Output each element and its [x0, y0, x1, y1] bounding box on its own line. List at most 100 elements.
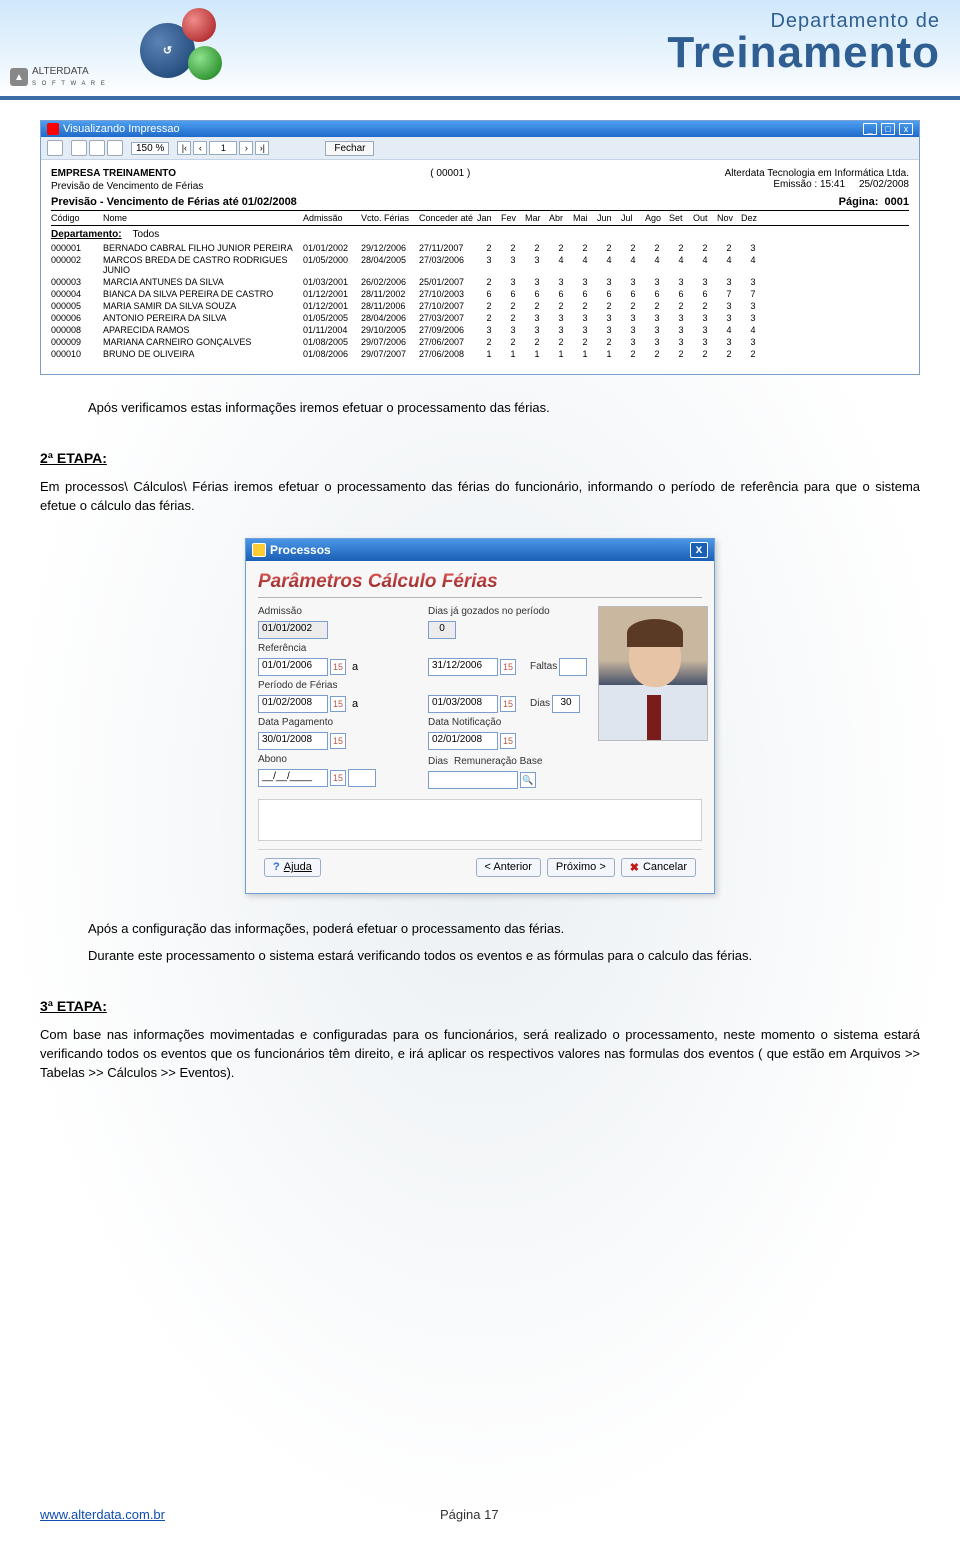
cell-month: 3: [717, 313, 741, 323]
cell-vcto: 29/07/2007: [361, 349, 419, 359]
last-page-icon[interactable]: ›|: [255, 141, 269, 155]
cell-month: 4: [549, 255, 573, 275]
next-page-icon[interactable]: ›: [239, 141, 253, 155]
cell-month: 2: [477, 301, 501, 311]
calendar-icon[interactable]: 15: [500, 733, 516, 749]
field-remun[interactable]: [428, 771, 518, 789]
cell-month: 4: [645, 255, 669, 275]
cell-month: 3: [621, 277, 645, 287]
cell-nome: MARIA SAMIR DA SILVA SOUZA: [103, 301, 303, 311]
page-footer: www.alterdata.com.br Página 17: [40, 1507, 920, 1522]
label-remun: Remuneração Base: [454, 756, 542, 767]
text-after-dialog-2: Durante este processamento o sistema est…: [40, 947, 920, 966]
calendar-icon[interactable]: 15: [500, 659, 516, 675]
report-subtitle: Previsão de Vencimento de Férias: [51, 181, 203, 192]
field-data-notif[interactable]: 02/01/2008: [428, 732, 498, 750]
field-faltas[interactable]: [559, 658, 587, 676]
zoom-value[interactable]: 150 %: [131, 142, 169, 155]
cell-month: 2: [645, 243, 669, 253]
report-canvas: EMPRESA TREINAMENTO ( 00001 ) Alterdata …: [41, 160, 919, 374]
fit-width-icon[interactable]: [89, 140, 105, 156]
field-data-pag[interactable]: 30/01/2008: [258, 732, 328, 750]
dialog-heading: Parâmetros Cálculo Férias: [258, 571, 702, 598]
circle-red-icon: [182, 8, 216, 42]
cell-codigo: 000004: [51, 289, 103, 299]
emission-date: 25/02/2008: [859, 179, 909, 190]
minimize-icon[interactable]: _: [863, 123, 877, 135]
field-ref-ini[interactable]: 01/01/2006: [258, 658, 328, 676]
lookup-icon[interactable]: 🔍: [520, 772, 536, 788]
col-month: Fev: [501, 213, 525, 223]
company-small-name: ALTERDATA: [32, 66, 89, 77]
calendar-icon[interactable]: 15: [500, 696, 516, 712]
cell-month: 3: [597, 313, 621, 323]
toolbar-close-button[interactable]: Fechar: [325, 141, 374, 156]
cell-month: 3: [645, 337, 669, 347]
first-page-icon[interactable]: |‹: [177, 141, 191, 155]
cell-month: 2: [549, 337, 573, 347]
cell-admissao: 01/11/2004: [303, 325, 361, 335]
label-abono: Abono: [258, 754, 418, 765]
dialog-close-icon[interactable]: x: [690, 542, 708, 558]
cell-conceder: 27/10/2007: [419, 301, 477, 311]
col-month: Mar: [525, 213, 549, 223]
cell-month: 2: [693, 301, 717, 311]
report-section-title: Previsão - Vencimento de Férias até 01/0…: [51, 196, 297, 208]
calendar-icon[interactable]: 15: [330, 770, 346, 786]
cell-month: 2: [717, 243, 741, 253]
cell-month: 1: [477, 349, 501, 359]
depto-label: Departamento:: [51, 229, 122, 240]
cell-admissao: 01/12/2001: [303, 301, 361, 311]
proximo-button[interactable]: Próximo >: [547, 858, 615, 877]
calendar-icon[interactable]: 15: [330, 659, 346, 675]
cell-month: 4: [717, 325, 741, 335]
cell-month: 1: [597, 349, 621, 359]
cell-month: 6: [525, 289, 549, 299]
field-per-ini[interactable]: 01/02/2008: [258, 695, 328, 713]
actual-size-icon[interactable]: [107, 140, 123, 156]
field-abono[interactable]: __/__/____: [258, 769, 328, 787]
cell-codigo: 000008: [51, 325, 103, 335]
cell-month: 3: [621, 337, 645, 347]
footer-url[interactable]: www.alterdata.com.br: [40, 1507, 165, 1522]
anterior-button[interactable]: < Anterior: [476, 858, 541, 877]
circle-green-icon: [188, 46, 222, 80]
field-dias2[interactable]: [348, 769, 376, 787]
cell-month: 3: [573, 325, 597, 335]
cell-month: 4: [741, 325, 765, 335]
field-per-fim[interactable]: 01/03/2008: [428, 695, 498, 713]
col-nome: Nome: [103, 213, 303, 223]
calendar-icon[interactable]: 15: [330, 696, 346, 712]
field-dias[interactable]: 30: [552, 695, 580, 713]
calendar-icon[interactable]: 15: [330, 733, 346, 749]
cell-month: 3: [669, 325, 693, 335]
cell-nome: BIANCA DA SILVA PEREIRA DE CASTRO: [103, 289, 303, 299]
maximize-icon[interactable]: □: [881, 123, 895, 135]
label-data-pag: Data Pagamento: [258, 717, 418, 728]
cell-month: 2: [597, 337, 621, 347]
cancelar-button[interactable]: ✖ Cancelar: [621, 858, 696, 877]
col-month: Ago: [645, 213, 669, 223]
report-company-code: ( 00001 ): [430, 168, 470, 179]
stage2-body: Em processos\ Cálculos\ Férias iremos ef…: [40, 478, 920, 516]
close-icon[interactable]: x: [899, 123, 913, 135]
field-dias-gozados: 0: [428, 621, 456, 639]
cell-month: 6: [645, 289, 669, 299]
ajuda-button[interactable]: ? Ajuda: [264, 858, 321, 877]
cell-month: 3: [717, 337, 741, 347]
col-vcto: Vcto. Férias: [361, 213, 419, 223]
page-number-input[interactable]: 1: [209, 141, 237, 155]
print-icon[interactable]: [47, 140, 63, 156]
cell-month: 1: [525, 349, 549, 359]
cell-month: 3: [621, 313, 645, 323]
fit-page-icon[interactable]: [71, 140, 87, 156]
cell-month: 4: [669, 255, 693, 275]
cell-month: 3: [525, 277, 549, 287]
cell-nome: MARIANA CARNEIRO GONÇALVES: [103, 337, 303, 347]
cell-month: 2: [549, 243, 573, 253]
field-ref-fim[interactable]: 31/12/2006: [428, 658, 498, 676]
cancel-icon: ✖: [630, 861, 639, 874]
cell-nome: ANTONIO PEREIRA DA SILVA: [103, 313, 303, 323]
cancelar-label: Cancelar: [643, 861, 687, 873]
prev-page-icon[interactable]: ‹: [193, 141, 207, 155]
